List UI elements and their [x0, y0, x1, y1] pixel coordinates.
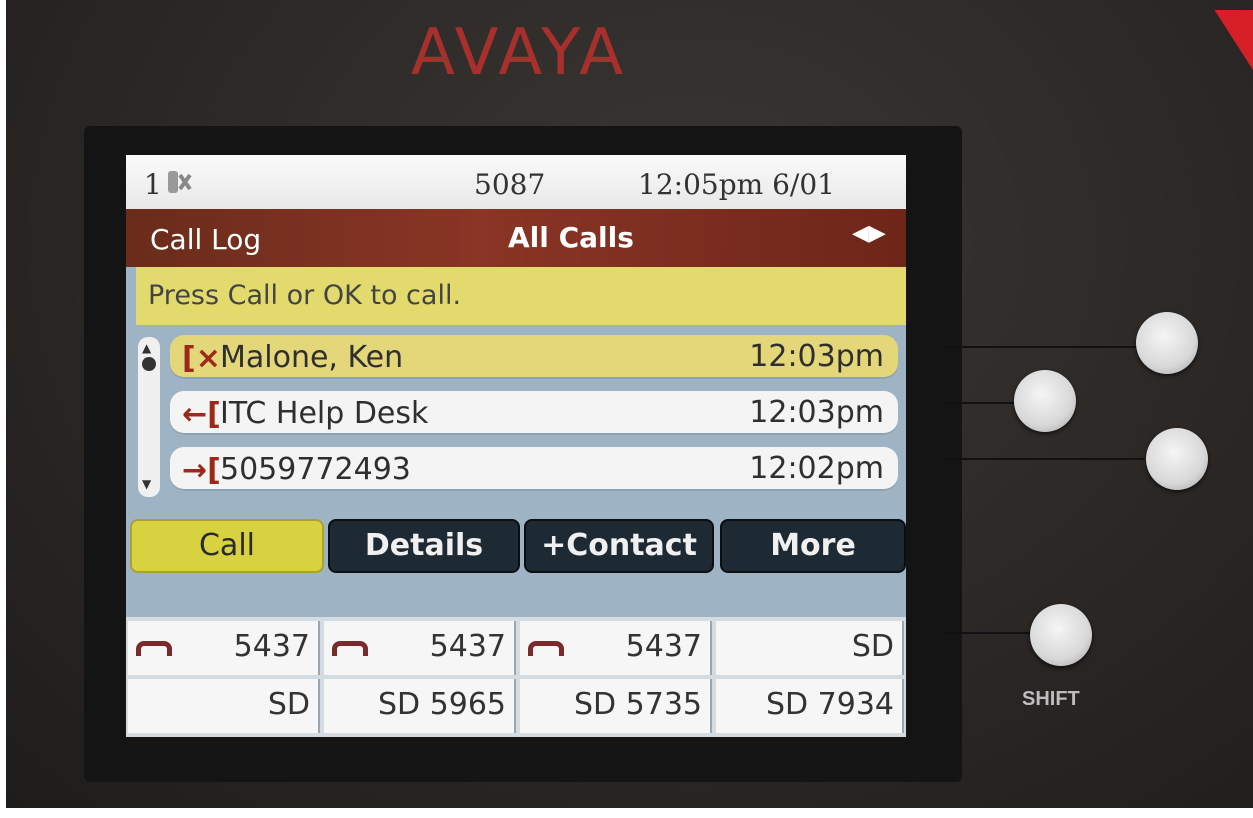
call-time: 12:03pm	[749, 339, 884, 374]
line-key-grid: 5437 5437 5437 SD SD SD 5965 SD 5735 SD …	[126, 617, 906, 737]
details-softkey[interactable]: Details	[328, 519, 520, 573]
list-item[interactable]: [× Malone, Ken 12:03pm	[170, 335, 898, 379]
caller-name: ITC Help Desk	[220, 396, 429, 431]
handset-icon	[136, 641, 172, 656]
list-item[interactable]: ←[ ITC Help Desk 12:03pm	[170, 391, 898, 435]
scrollbar[interactable]: ▲ ▼	[138, 337, 160, 497]
scroll-up-icon[interactable]: ▲	[142, 341, 151, 355]
button-guide-line	[944, 458, 1144, 460]
list-item[interactable]: →[ 5059772493 12:02pm	[170, 447, 898, 491]
speed-dial-key[interactable]: SD 7934	[716, 679, 904, 733]
line-key[interactable]: 5437	[520, 621, 712, 675]
incoming-call-icon: ←[	[182, 397, 221, 432]
line-key[interactable]: 5437	[324, 621, 516, 675]
title-bar: Call Log All Calls ◀▶	[126, 209, 906, 267]
brand-logo: AVAYA	[410, 16, 628, 90]
call-softkey[interactable]: Call	[130, 519, 324, 573]
extension: 5087	[474, 168, 546, 201]
scroll-thumb[interactable]	[142, 357, 156, 371]
caller-name: 5059772493	[220, 452, 411, 487]
add-contact-softkey[interactable]: +Contact	[524, 519, 714, 573]
call-time: 12:02pm	[749, 451, 884, 486]
call-filter[interactable]: All Calls	[508, 221, 634, 254]
button-guide-line	[944, 346, 1144, 348]
speed-dial-key[interactable]: SD	[716, 621, 904, 675]
handset-icon	[332, 641, 368, 656]
button-guide-line	[944, 402, 1024, 404]
outgoing-call-icon: →[	[182, 453, 221, 488]
line-key[interactable]: 5437	[128, 621, 320, 675]
missed-call-icon: [×	[182, 341, 221, 376]
clock: 12:05pm 6/01	[638, 168, 835, 201]
more-softkey[interactable]: More	[720, 519, 906, 573]
speed-dial-key[interactable]: SD	[128, 679, 320, 733]
shift-label: SHIFT	[1022, 688, 1080, 710]
hardware-button[interactable]	[1014, 370, 1076, 432]
line-number: 1	[144, 168, 162, 201]
scroll-down-icon[interactable]: ▼	[142, 477, 151, 491]
softkey-bar: Call Details +Contact More	[126, 515, 906, 577]
hardware-button[interactable]	[1146, 428, 1208, 490]
corner-accent	[1214, 10, 1253, 70]
hardware-button[interactable]	[1136, 312, 1198, 374]
prompt-message: Press Call or OK to call.	[136, 267, 906, 325]
button-guide-line	[944, 632, 1034, 634]
speed-dial-key[interactable]: SD 5965	[324, 679, 516, 733]
left-right-arrows-icon[interactable]: ◀▶	[852, 221, 886, 246]
status-bar: 1 5087 12:05pm 6/01	[126, 155, 906, 209]
speed-dial-key[interactable]: SD 5735	[520, 679, 712, 733]
handset-icon	[528, 641, 564, 656]
shift-button[interactable]	[1030, 604, 1092, 666]
line-status-icon	[168, 171, 192, 193]
call-time: 12:03pm	[749, 395, 884, 430]
phone-display: 1 5087 12:05pm 6/01 Call Log All Calls ◀…	[126, 155, 906, 737]
caller-name: Malone, Ken	[220, 340, 404, 375]
page-title: Call Log	[150, 223, 262, 256]
